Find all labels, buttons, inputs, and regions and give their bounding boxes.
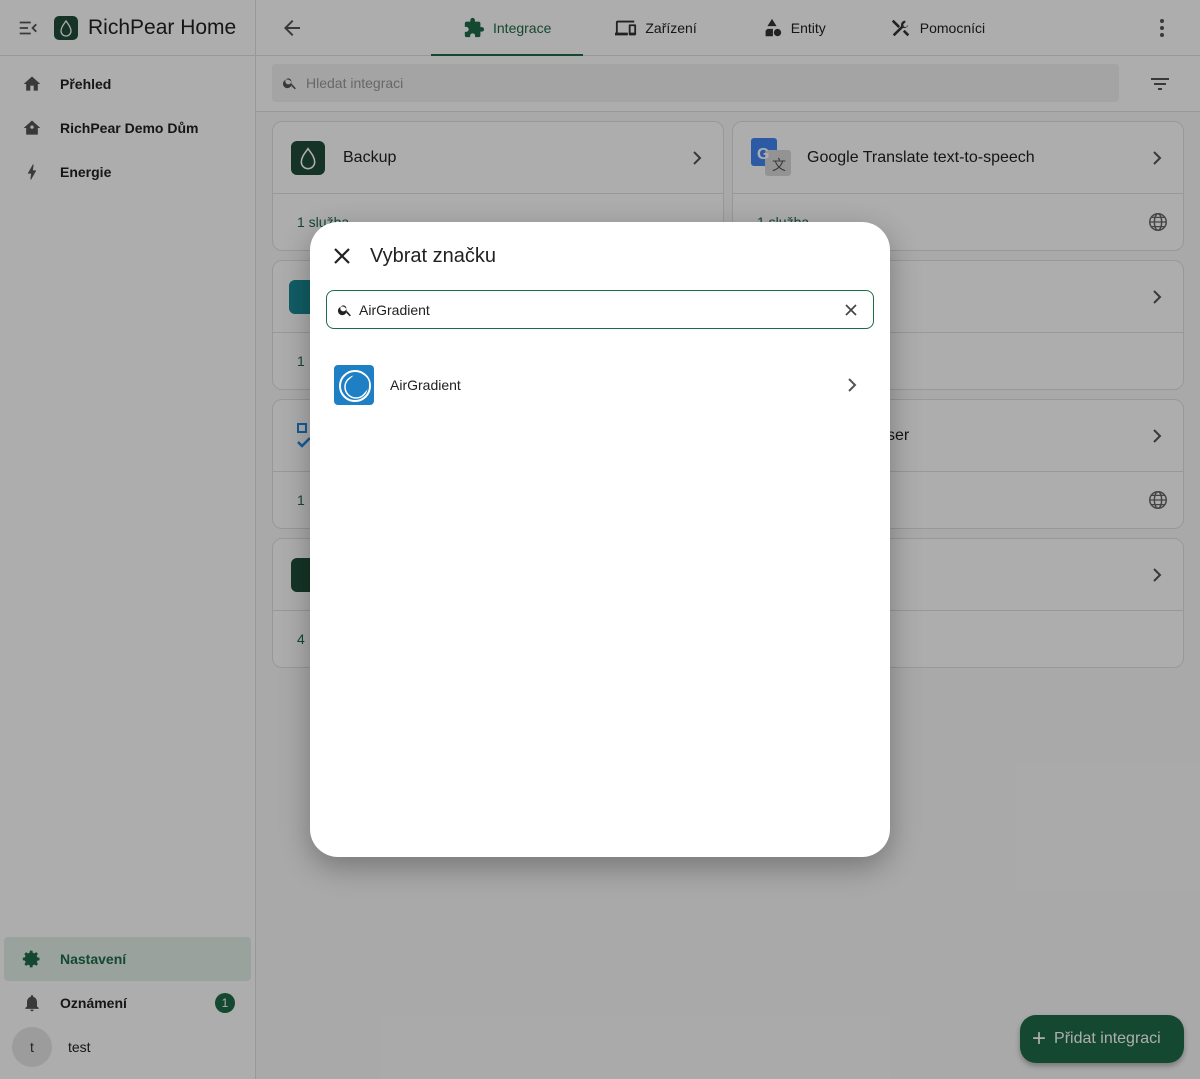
dialog-title: Vybrat značku bbox=[370, 245, 496, 267]
chevron-right-icon bbox=[840, 373, 864, 397]
close-icon[interactable] bbox=[330, 244, 354, 268]
brand-result-item[interactable]: AirGradient bbox=[310, 355, 890, 415]
brand-name: AirGradient bbox=[390, 377, 461, 393]
clear-search-icon[interactable] bbox=[841, 300, 861, 320]
search-icon bbox=[337, 304, 351, 316]
brand-search-input[interactable]: AirGradient bbox=[326, 290, 874, 329]
select-brand-dialog: Vybrat značku AirGradient AirGradient bbox=[310, 222, 890, 857]
search-value: AirGradient bbox=[359, 301, 430, 318]
airgradient-logo-icon bbox=[334, 365, 374, 405]
